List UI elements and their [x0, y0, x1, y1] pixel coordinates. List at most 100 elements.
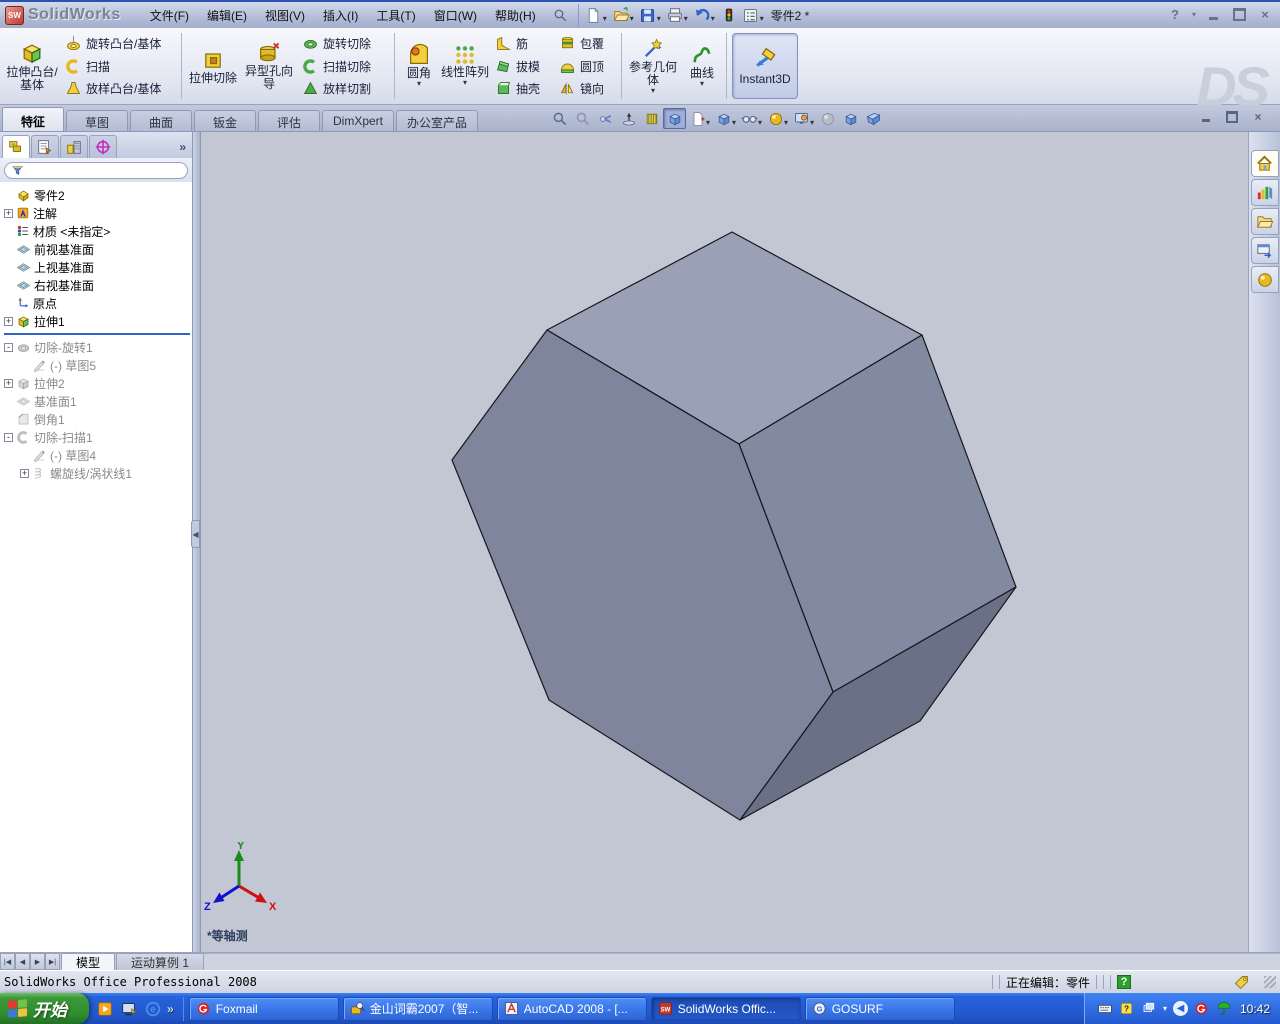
wrap-button[interactable]: 包覆: [556, 34, 616, 54]
extruded-boss-button[interactable]: 拉伸凸台/基体: [4, 30, 60, 102]
close-button[interactable]: ×: [1256, 6, 1274, 22]
doc-close-button[interactable]: ×: [1250, 110, 1266, 124]
doc-restore-button[interactable]: [1224, 110, 1240, 124]
tabs-first-button[interactable]: |◀: [0, 953, 15, 970]
pattern-dropdown-icon[interactable]: ▾: [463, 79, 467, 88]
view-palette-tab[interactable]: [1250, 237, 1279, 264]
tab-sketch[interactable]: 草图: [66, 110, 128, 131]
tree-item-material[interactable]: 材质 <未指定>: [2, 222, 192, 240]
fillet-dropdown-icon[interactable]: ▾: [417, 80, 421, 89]
reference-geometry-button[interactable]: 参考几何体 ▾: [625, 30, 681, 102]
draft-button[interactable]: 拔模: [492, 56, 552, 76]
appearances-scenes-tab[interactable]: [1250, 266, 1279, 293]
linear-pattern-button[interactable]: 线性阵列 ▾: [440, 30, 490, 102]
tree-item-plane1[interactable]: 基准面1: [2, 392, 192, 410]
tree-item-cut-sweep1[interactable]: - 切除-扫描1: [2, 428, 192, 446]
doc-minimize-button[interactable]: [1198, 110, 1214, 124]
tab-dimxpert[interactable]: DimXpert: [322, 110, 395, 131]
view-orientation-icon[interactable]: [663, 108, 686, 129]
section-view-icon[interactable]: [640, 108, 663, 129]
tray-window-icon[interactable]: [1141, 1001, 1157, 1017]
refgeo-dropdown-icon[interactable]: ▾: [651, 86, 655, 96]
taskbar-gosurf[interactable]: G GOSURF: [804, 996, 955, 1021]
tree-item-annotations[interactable]: + 注解: [2, 204, 192, 222]
maximize-restore-button[interactable]: [1230, 6, 1248, 22]
sweep-button[interactable]: 扫描: [62, 56, 176, 76]
quick-tips-icon[interactable]: ?: [1117, 975, 1131, 989]
solidworks-resources-tab[interactable]: [1250, 150, 1279, 177]
panel-overflow-icon[interactable]: »: [175, 140, 190, 158]
tree-root[interactable]: 零件2: [2, 186, 192, 204]
motion-study-tab[interactable]: 运动算例 1: [116, 953, 205, 970]
tabs-prev-button[interactable]: ◀: [15, 953, 30, 970]
resize-grip[interactable]: [1264, 976, 1276, 988]
tree-item-top-plane[interactable]: 上视基准面: [2, 258, 192, 276]
search-icon[interactable]: [553, 8, 568, 23]
appearance-dropdown-icon[interactable]: ▾: [784, 118, 788, 127]
lofted-boss-button[interactable]: 放样凸台/基体: [62, 79, 176, 99]
help-button[interactable]: ?: [1166, 6, 1184, 22]
featuremanager-tree-tab[interactable]: [2, 135, 30, 158]
property-manager-tab[interactable]: [31, 135, 59, 158]
tree-item-chamfer1[interactable]: 倒角1: [2, 410, 192, 428]
panel-collapse-handle[interactable]: ◀: [191, 520, 200, 548]
display-style-dropdown-icon[interactable]: ▾: [732, 118, 736, 127]
model-truncated-solid[interactable]: [201, 132, 1248, 952]
panel-splitter[interactable]: ◀: [191, 132, 201, 952]
shaded-view-icon[interactable]: [839, 108, 862, 129]
input-method-icon[interactable]: [1119, 1001, 1135, 1017]
mirror-button[interactable]: 镜向: [556, 79, 616, 99]
tray-dropdown-icon[interactable]: ▾: [1163, 1004, 1167, 1013]
shell-button[interactable]: 抽壳: [492, 79, 552, 99]
tab-features[interactable]: 特征: [2, 107, 64, 131]
menu-edit[interactable]: 编辑(E): [198, 4, 256, 27]
tree-item-origin[interactable]: 原点: [2, 294, 192, 312]
revolved-boss-button[interactable]: 旋转凸台/基体: [62, 34, 176, 54]
file-explorer-tab[interactable]: [1250, 208, 1279, 235]
rollback-bar[interactable]: [4, 333, 190, 335]
menu-file[interactable]: 文件(F): [141, 4, 198, 27]
revolved-cut-button[interactable]: 旋转切除: [299, 34, 389, 54]
tray-foxmail-icon[interactable]: [1194, 1001, 1210, 1017]
tab-evaluate[interactable]: 评估: [258, 110, 320, 131]
configuration-manager-tab[interactable]: [60, 135, 88, 158]
quick-launch-overflow-icon[interactable]: »: [167, 1002, 174, 1016]
tree-item-extrude1[interactable]: + 拉伸1: [2, 312, 192, 330]
hole-wizard-button[interactable]: 异型孔向导: [241, 30, 297, 102]
expand-toggle[interactable]: -: [4, 432, 13, 442]
tree-item-helix1[interactable]: + 螺旋线/涡状线1: [2, 464, 192, 482]
tree-item-right-plane[interactable]: 右视基准面: [2, 276, 192, 294]
perspective-view-icon[interactable]: [862, 108, 885, 129]
taskbar-solidworks[interactable]: SW SolidWorks Offic...: [650, 996, 801, 1021]
tab-office-products[interactable]: 办公室产品: [396, 110, 479, 131]
tree-item-front-plane[interactable]: 前视基准面: [2, 240, 192, 258]
new-dropdown-icon[interactable]: ▾: [603, 14, 607, 23]
instant3d-button[interactable]: Instant3D: [732, 33, 798, 99]
tabs-last-button[interactable]: ▶|: [45, 953, 60, 970]
graphics-viewport[interactable]: Y X Z *等轴测: [201, 132, 1248, 952]
minimize-button[interactable]: [1204, 6, 1222, 22]
expand-toggle[interactable]: +: [20, 468, 29, 478]
hide-show-dropdown-icon[interactable]: ▾: [758, 118, 762, 127]
dimxpert-manager-tab[interactable]: [89, 135, 117, 158]
tree-item-sketch5[interactable]: (-) 草图5: [2, 356, 192, 374]
drawing-view-dropdown-icon[interactable]: ▾: [706, 118, 710, 127]
help-dropdown-icon[interactable]: ▾: [1192, 10, 1196, 19]
tree-item-cut-revolve1[interactable]: - 切除-旋转1: [2, 338, 192, 356]
quick-launch-ie-icon[interactable]: [143, 999, 163, 1019]
swept-cut-button[interactable]: 扫描切除: [299, 56, 389, 76]
menu-window[interactable]: 窗口(W): [425, 4, 486, 27]
menu-insert[interactable]: 插入(I): [314, 4, 367, 27]
tab-sheetmetal[interactable]: 钣金: [194, 110, 256, 131]
keyboard-layout-icon[interactable]: [1097, 1001, 1113, 1017]
model-tab[interactable]: 模型: [61, 953, 116, 970]
tag-icon[interactable]: [1233, 974, 1250, 991]
zoom-to-area-icon[interactable]: [571, 108, 594, 129]
expand-toggle[interactable]: +: [4, 208, 13, 218]
menu-tools[interactable]: 工具(T): [367, 4, 424, 27]
lofted-cut-button[interactable]: 放样切割: [299, 79, 389, 99]
expand-toggle[interactable]: -: [4, 342, 13, 352]
fillet-button[interactable]: 圆角 ▾: [398, 30, 440, 102]
new-document-button[interactable]: [583, 4, 605, 26]
tray-collapse-icon[interactable]: ◀: [1172, 1001, 1188, 1016]
